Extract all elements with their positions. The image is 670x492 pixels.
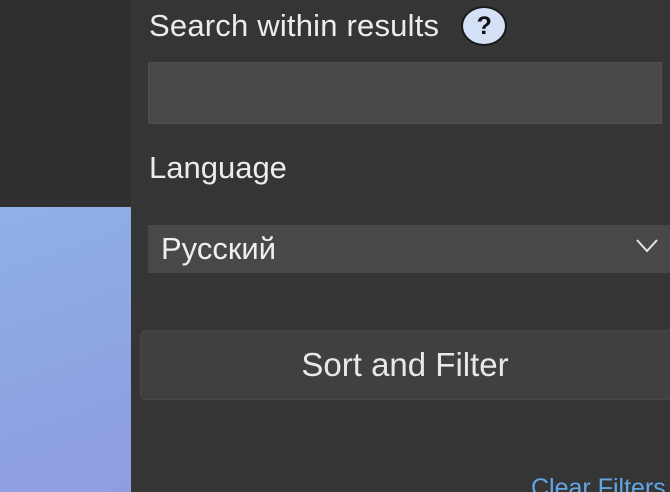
search-label-row: Search within results ? [149,4,508,48]
left-gradient-region [0,207,131,492]
search-within-results-label: Search within results [149,8,440,43]
search-within-results-input[interactable] [148,62,662,124]
question-mark-icon[interactable]: ? [461,6,508,46]
language-select[interactable]: Русский [148,225,670,273]
filter-panel: Search within results ? Language Русский… [131,0,670,492]
clear-filters-link[interactable]: Clear Filters [531,474,666,492]
left-dark-region [0,0,131,207]
sort-and-filter-button[interactable]: Sort and Filter [140,330,670,400]
language-selected-value: Русский [161,231,277,266]
chevron-down-icon [636,239,658,253]
page: Search within results ? Language Русский… [0,0,670,492]
language-label: Language [149,150,287,185]
